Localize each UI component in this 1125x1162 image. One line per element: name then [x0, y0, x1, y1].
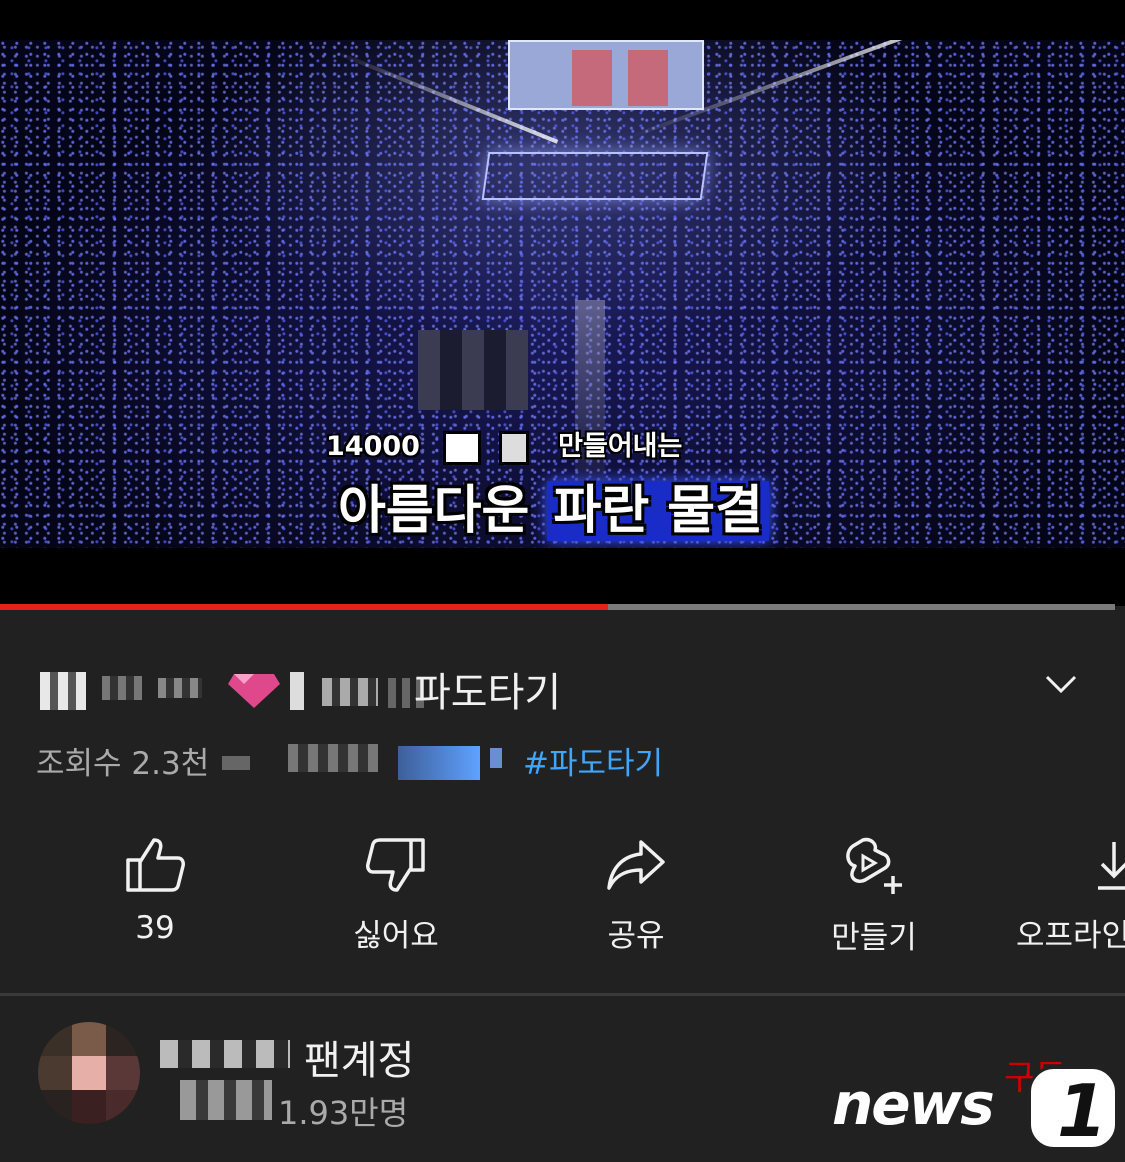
stage-screen: [508, 40, 704, 110]
title-censor-mosaic: [40, 668, 424, 712]
section-divider: [0, 993, 1125, 996]
stage-floor: [481, 152, 709, 200]
remix-icon: [846, 837, 902, 894]
subscriber-censor-mosaic: [180, 1080, 272, 1120]
download-button[interactable]: 오프라인: [1016, 836, 1125, 955]
subscriber-count: 1.93만명: [278, 1094, 409, 1132]
share-icon: [607, 840, 665, 890]
thumbs-up-icon: [126, 838, 185, 892]
chevron-down-icon[interactable]: [1044, 672, 1078, 696]
video-title[interactable]: 파도타기: [414, 660, 561, 718]
download-icon: [1098, 842, 1125, 890]
progress-played: [0, 604, 608, 610]
channel-name[interactable]: 팬계정: [304, 1028, 414, 1086]
pink-heart-gem-icon: [228, 674, 280, 708]
caption-line-1: 14000 만들어내는: [326, 424, 682, 465]
hashtag-link[interactable]: #파도타기: [523, 738, 663, 783]
status-bar-area: [0, 0, 1125, 40]
thumbs-down-icon: [366, 838, 425, 892]
censor-mosaic: [418, 330, 528, 410]
caption-line-2: 아름다운 파란 물결: [338, 468, 769, 543]
news1-watermark-logo: news 1: [832, 1066, 1122, 1153]
video-player[interactable]: 14000 만들어내는 아름다운 파란 물결: [0, 40, 1125, 548]
progress-bar[interactable]: [0, 604, 1115, 610]
video-letterbox: [0, 548, 1125, 606]
view-count: 조회수 2.3천: [36, 746, 210, 782]
meta-censor-mosaic: [222, 742, 522, 780]
dislike-button[interactable]: 싫어요: [306, 836, 486, 955]
channel-avatar[interactable]: [38, 1022, 140, 1124]
share-button[interactable]: 공유: [546, 836, 726, 955]
remix-button[interactable]: 만들기: [784, 836, 964, 957]
channel-name-censor-mosaic: [160, 1040, 290, 1068]
like-button[interactable]: 39: [65, 836, 245, 946]
